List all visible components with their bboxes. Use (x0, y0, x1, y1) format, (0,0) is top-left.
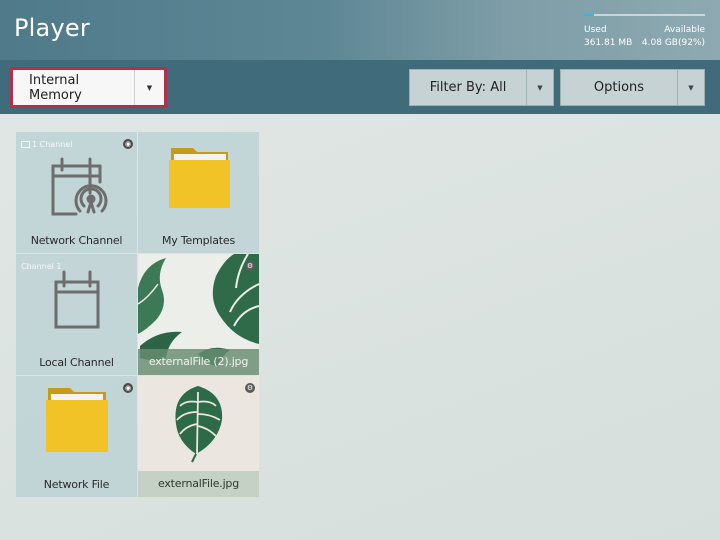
page-title: Player (14, 14, 90, 42)
tile-label: externalFile.jpg (138, 471, 259, 497)
tile-label: externalFile (2).jpg (138, 349, 259, 375)
tile-label: My Templates (161, 234, 236, 247)
storage-available-label: Available (664, 25, 705, 35)
app-header: Player Used 361.81 MB Available 4.08 GB(… (0, 0, 720, 60)
settings-icon: ⚙ (245, 261, 255, 271)
tile-label: Local Channel (39, 356, 114, 369)
storage-usage-fill (584, 14, 594, 16)
options-button[interactable]: Options ▼ (560, 69, 705, 106)
memory-source-dropdown[interactable]: Internal Memory ▼ (10, 67, 167, 108)
storage-available: Available 4.08 GB(92%) (642, 24, 705, 50)
tile-label: Network File (43, 478, 110, 491)
chevron-down-icon[interactable]: ▼ (526, 70, 553, 105)
tile-label: Network Channel (30, 234, 123, 247)
storage-used-value: 361.81 MB (584, 38, 633, 48)
chevron-down-icon[interactable]: ▼ (134, 70, 164, 105)
tile-external-file-2[interactable]: ⚙ externalFile (2).jpg (138, 254, 259, 375)
tile-my-templates[interactable]: My Templates (138, 132, 259, 253)
storage-indicator: Used 361.81 MB Available 4.08 GB(92%) (584, 12, 705, 52)
tile-external-file[interactable]: ⚙ externalFile.jpg (138, 376, 259, 497)
tile-local-channel[interactable]: Channel 1 Local Channel (16, 254, 137, 375)
storage-used-label: Used (584, 25, 607, 35)
filter-button-label: Filter By: All (429, 80, 507, 95)
storage-used: Used 361.81 MB (584, 24, 632, 50)
storage-available-value: 4.08 GB(92%) (641, 38, 705, 48)
memory-source-value: Internal Memory (29, 72, 82, 103)
chevron-down-icon[interactable]: ▼ (677, 70, 704, 105)
settings-icon: ⚙ (245, 383, 255, 393)
options-button-label: Options (593, 80, 645, 95)
filter-button[interactable]: Filter By: All ▼ (409, 69, 554, 106)
storage-usage-bar (584, 14, 705, 16)
tile-network-file[interactable]: ◉ Network File (16, 376, 137, 497)
tile-network-channel[interactable]: 1 Channel ◉ Network Channel (16, 132, 137, 253)
